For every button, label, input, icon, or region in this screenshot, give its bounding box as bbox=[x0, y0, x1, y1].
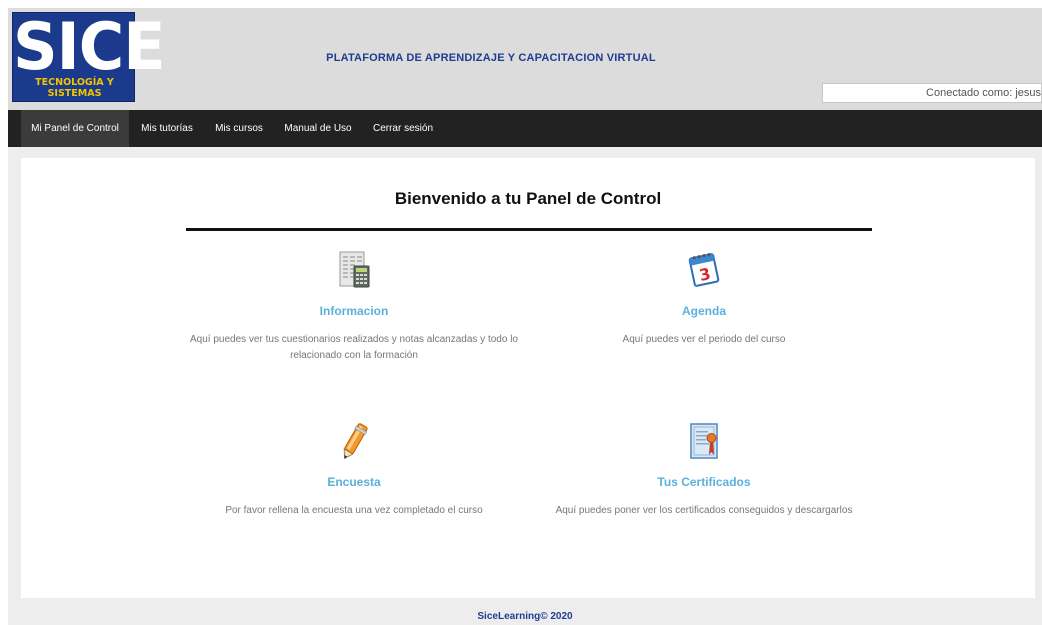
card-informacion: Informacion Aquí puedes ver tus cuestion… bbox=[164, 250, 544, 380]
card-encuesta: Encuesta Por favor rellena la encuesta u… bbox=[164, 421, 544, 531]
control-panel: Bienvenido a tu Panel de Control Informa… bbox=[21, 158, 1035, 598]
calculator-icon[interactable] bbox=[336, 250, 372, 290]
sice-logo[interactable]: SICE TECNOLOGÍA Y SISTEMAS bbox=[12, 8, 166, 102]
footer-copyright: SiceLearning© 2020 bbox=[477, 611, 573, 622]
card-desc-agenda: Aquí puedes ver el periodo del curso bbox=[622, 334, 786, 345]
card-certificados: Tus Certificados Aquí puedes poner ver l… bbox=[514, 421, 894, 531]
title-divider bbox=[186, 228, 872, 231]
logo-wordmark: SICE bbox=[13, 8, 166, 85]
nav-item-panel-control[interactable]: Mi Panel de Control bbox=[21, 110, 129, 147]
page-title: Bienvenido a tu Panel de Control bbox=[394, 189, 662, 208]
card-title-encuesta[interactable]: Encuesta bbox=[164, 475, 544, 489]
pen-icon[interactable] bbox=[336, 421, 372, 461]
logo-tagline: TECNOLOGÍA Y SISTEMAS bbox=[35, 77, 114, 99]
card-desc-encuesta: Por favor rellena la encuesta una vez co… bbox=[225, 505, 483, 516]
calendar-icon[interactable]: 3 bbox=[686, 250, 722, 290]
card-title-agenda[interactable]: Agenda bbox=[514, 304, 894, 318]
certificate-icon[interactable] bbox=[686, 421, 722, 461]
card-desc-informacion: Aquí puedes ver tus cuestionarios realiz… bbox=[190, 334, 518, 361]
card-agenda: 3 Agenda Aquí puedes ver el periodo del … bbox=[514, 250, 894, 380]
nav-item-cursos[interactable]: Mis cursos bbox=[209, 110, 269, 147]
site-title: PLATAFORMA DE APRENDIZAJE Y CAPACITACION… bbox=[326, 52, 656, 64]
card-title-informacion[interactable]: Informacion bbox=[164, 304, 544, 318]
card-desc-certificados: Aquí puedes poner ver los certificados c… bbox=[555, 505, 853, 516]
main-nav: Mi Panel de Control Mis tutorías Mis cur… bbox=[8, 110, 1042, 147]
nav-item-manual[interactable]: Manual de Uso bbox=[279, 110, 357, 147]
nav-item-tutorias[interactable]: Mis tutorías bbox=[135, 110, 199, 147]
card-title-certificados[interactable]: Tus Certificados bbox=[514, 475, 894, 489]
page: SICE TECNOLOGÍA Y SISTEMAS PLATAFORMA DE… bbox=[8, 8, 1042, 625]
logged-user: Conectado como: jesus bbox=[822, 83, 1042, 103]
header: SICE TECNOLOGÍA Y SISTEMAS PLATAFORMA DE… bbox=[8, 8, 1042, 110]
nav-item-cerrar-sesion[interactable]: Cerrar sesión bbox=[367, 110, 439, 147]
